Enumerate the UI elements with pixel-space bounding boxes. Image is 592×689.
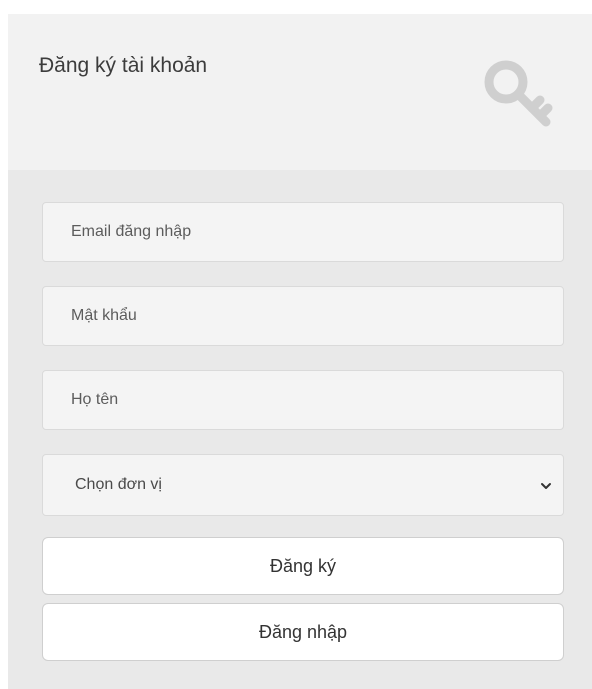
panel-title: Đăng ký tài khoản	[39, 54, 208, 77]
panel-body: Chọn đơn vị Đăng ký Đăng nhập	[8, 170, 592, 689]
unit-select-value: Chọn đơn vị	[75, 476, 162, 493]
panel-header: Đăng ký tài khoản	[8, 14, 592, 170]
login-button[interactable]: Đăng nhập	[42, 603, 564, 661]
register-panel: Đăng ký tài khoản Chọn đơn vị Đăng ký Đă…	[8, 14, 592, 689]
key-icon	[484, 60, 553, 127]
chevron-down-icon	[541, 483, 551, 489]
unit-select[interactable]: Chọn đơn vị	[42, 454, 564, 516]
fullname-input[interactable]	[42, 370, 564, 430]
register-button[interactable]: Đăng ký	[42, 537, 564, 595]
password-input[interactable]	[42, 286, 564, 346]
email-input[interactable]	[42, 202, 564, 262]
